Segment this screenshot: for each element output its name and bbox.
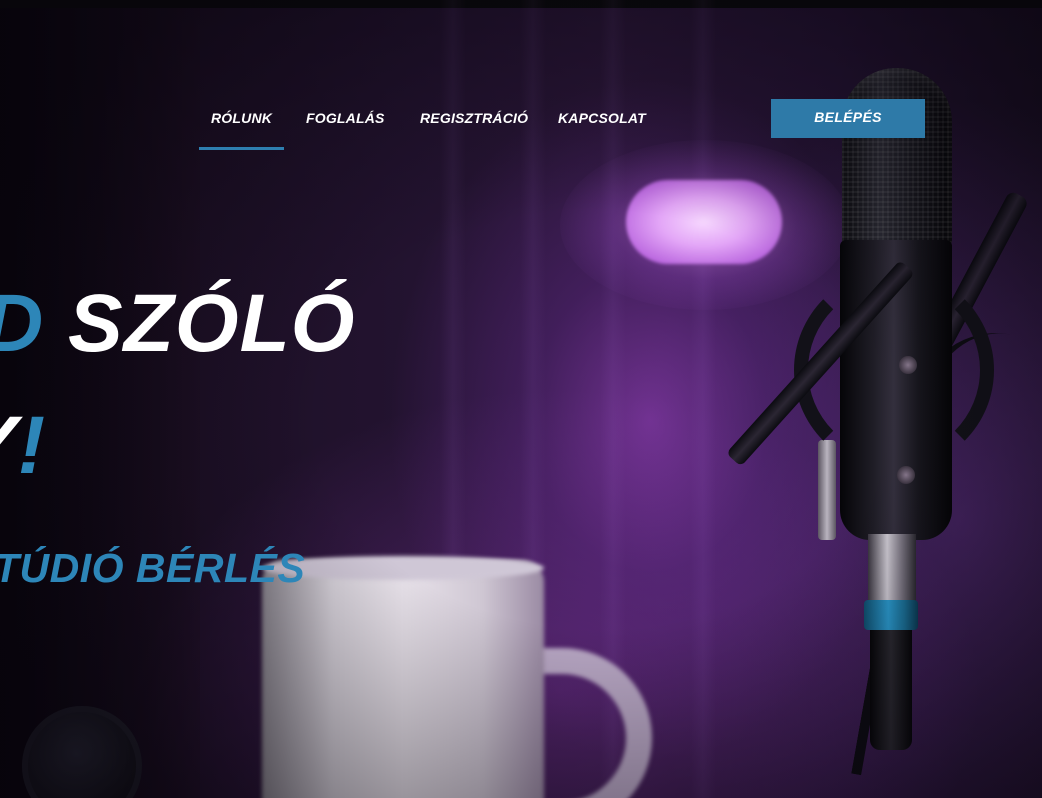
hero-title-text-2: Y bbox=[0, 400, 18, 491]
nav-item-rolunk[interactable]: RÓLUNK bbox=[198, 110, 285, 150]
nav-item-regisztracio[interactable]: REGISZTRÁCIÓ bbox=[420, 110, 528, 132]
mic-post bbox=[818, 440, 836, 540]
mic-connector bbox=[868, 534, 916, 602]
lamp-image bbox=[626, 180, 782, 264]
mug-handle bbox=[532, 648, 652, 798]
mic-screw bbox=[899, 356, 917, 374]
nav-item-kapcsolat[interactable]: KAPCSOLAT bbox=[558, 110, 646, 132]
hero-title-line-2: Y! bbox=[0, 398, 46, 494]
nav-item-foglalas[interactable]: FOGLALÁS bbox=[306, 110, 385, 132]
mic-screw bbox=[897, 466, 915, 484]
mic-plug bbox=[870, 630, 912, 750]
hero-title-line-1: D SZÓLÓ bbox=[0, 276, 355, 372]
microphone-image bbox=[842, 68, 952, 248]
hero-title-exclamation: ! bbox=[17, 400, 47, 491]
landing-page: RÓLUNK FOGLALÁS REGISZTRÁCIÓ KAPCSOLAT B… bbox=[0, 0, 1042, 798]
hero-title-text: SZÓLÓ bbox=[44, 278, 356, 369]
hero-title-accent: D bbox=[0, 278, 44, 369]
login-button[interactable]: BELÉPÉS bbox=[771, 99, 925, 138]
mic-blue-ring bbox=[864, 600, 918, 630]
hero-subtitle: TÚDIÓ BÉRLÉS bbox=[0, 545, 306, 591]
